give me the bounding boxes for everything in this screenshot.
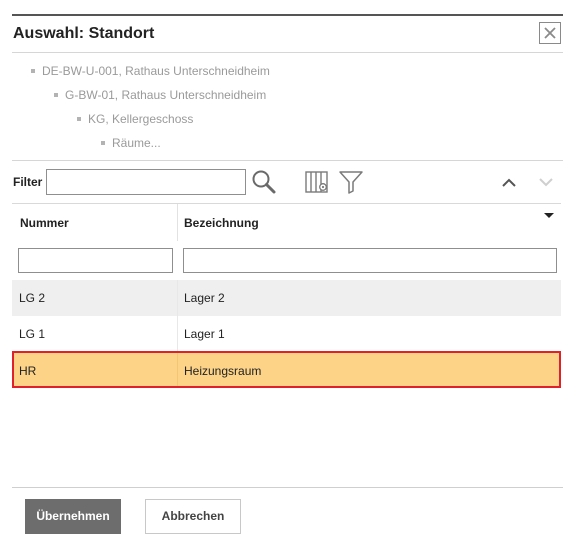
column-header-nummer[interactable]: Nummer [20, 216, 69, 230]
bullet-icon [101, 140, 105, 145]
close-icon [544, 27, 556, 39]
chevron-down-icon[interactable] [538, 176, 554, 188]
cell-nummer: LG 2 [19, 291, 46, 305]
header-divider [12, 52, 563, 53]
cell-bezeichnung: Heizungsraum [184, 364, 262, 378]
table-header: Nummer Bezeichnung [12, 203, 561, 242]
sort-caret-icon[interactable] [544, 213, 554, 218]
nummer-filter-input[interactable] [18, 248, 173, 273]
cell-bezeichnung: Lager 2 [184, 291, 225, 305]
funnel-icon[interactable] [338, 169, 364, 195]
cell-nummer: LG 1 [19, 327, 46, 341]
breadcrumb-item[interactable]: DE-BW-U-001, Rathaus Unterschneidheim [31, 64, 270, 78]
dialog-title: Auswahl: Standort [13, 25, 155, 42]
column-header-bezeichnung[interactable]: Bezeichnung [184, 216, 259, 230]
apply-button[interactable]: Übernehmen [25, 499, 121, 534]
breadcrumb-item[interactable]: Räume... [101, 136, 161, 150]
filter-row [12, 241, 561, 280]
column-chooser-icon[interactable] [304, 169, 330, 195]
toolbar-divider [12, 160, 563, 161]
dialog-top-border [12, 14, 563, 16]
cell-bezeichnung: Lager 1 [184, 327, 225, 341]
breadcrumb-item[interactable]: G-BW-01, Rathaus Unterschneidheim [54, 88, 266, 102]
bullet-icon [54, 92, 58, 97]
table-row[interactable]: LG 1 Lager 1 [12, 316, 561, 352]
filter-input[interactable] [46, 169, 246, 195]
bullet-icon [31, 68, 35, 73]
chevron-up-icon[interactable] [501, 176, 517, 188]
cancel-button[interactable]: Abbrechen [145, 499, 241, 534]
close-button[interactable] [539, 22, 561, 44]
filter-label: Filter [13, 175, 43, 189]
bezeichnung-filter-input[interactable] [183, 248, 557, 273]
table-row[interactable]: LG 2 Lager 2 [12, 280, 561, 316]
breadcrumb-item[interactable]: KG, Kellergeschoss [77, 112, 193, 126]
footer-divider [12, 487, 563, 488]
search-icon[interactable] [251, 169, 277, 195]
cell-nummer: HR [19, 364, 37, 378]
table-row-selected[interactable]: HR Heizungsraum [12, 351, 561, 388]
bullet-icon [77, 116, 81, 121]
